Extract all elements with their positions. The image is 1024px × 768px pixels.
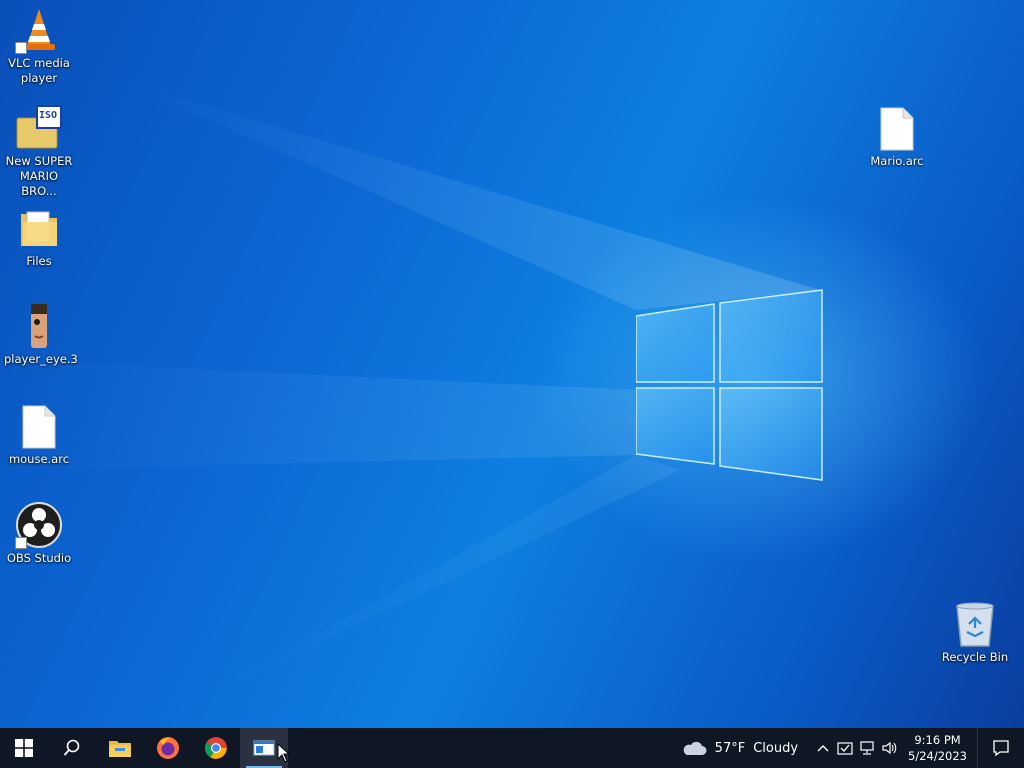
search-icon <box>63 739 80 756</box>
weather-temp: 57°F <box>714 740 746 756</box>
clock-time: 9:16 PM <box>914 733 961 747</box>
desktop-icon-vlc[interactable]: VLC media player <box>3 6 75 86</box>
clock-date: 5/24/2023 <box>908 749 967 763</box>
network-tray-button[interactable] <box>856 728 878 768</box>
desktop-icon-player-eye[interactable]: player_eye.3 <box>3 302 78 367</box>
volume-tray-button[interactable] <box>878 728 900 768</box>
icon-label: Recycle Bin <box>941 650 1009 664</box>
desktop-icon-obs[interactable]: OBS Studio <box>3 501 75 566</box>
security-icon <box>837 742 853 755</box>
action-center-button[interactable] <box>977 728 1024 768</box>
taskbar-firefox[interactable] <box>144 728 192 768</box>
desktop-background: VLC media player ISO New SUPER MARIO BRO… <box>0 0 1024 728</box>
security-tray-button[interactable] <box>834 728 856 768</box>
icon-label: mouse.arc <box>8 452 70 466</box>
image-file-icon <box>15 302 63 350</box>
file-explorer-icon <box>109 741 131 757</box>
notification-icon <box>993 740 1009 757</box>
system-tray: 57°F Cloudy 9:16 PM 5/24/2023 <box>681 728 1024 768</box>
icon-label: OBS Studio <box>6 551 72 565</box>
search-button[interactable] <box>48 728 96 768</box>
chevron-up-icon <box>817 745 829 752</box>
weather-condition: Cloudy <box>753 740 799 756</box>
start-button[interactable] <box>0 728 48 768</box>
iso-badge: ISO <box>39 110 58 121</box>
network-icon <box>860 741 874 755</box>
desktop-icon-recycle-bin[interactable]: Recycle Bin <box>939 600 1011 665</box>
window-app-icon <box>253 740 275 756</box>
taskbar-file-explorer[interactable] <box>96 728 144 768</box>
icon-label: Mario.arc <box>870 154 924 168</box>
mouse-cursor-icon <box>277 743 291 763</box>
windows-logo-wallpaper <box>636 289 823 481</box>
blank-file-icon <box>873 104 921 152</box>
icon-label: player_eye.3 <box>4 352 78 366</box>
icon-label: New SUPER MARIO BRO... <box>5 154 73 198</box>
clock[interactable]: 9:16 PM 5/24/2023 <box>908 732 967 764</box>
iso-image-icon: ISO <box>15 104 63 152</box>
weather-widget[interactable]: 57°F Cloudy <box>681 739 798 757</box>
vlc-cone-icon <box>15 6 63 54</box>
volume-icon <box>882 741 897 755</box>
icon-label: VLC media player <box>8 56 70 85</box>
windows-start-icon <box>15 739 33 757</box>
desktop-icon-mouse-arc[interactable]: mouse.arc <box>3 402 75 467</box>
obs-icon <box>15 501 63 549</box>
icon-label: Files <box>26 254 52 268</box>
taskbar-chrome[interactable] <box>192 728 240 768</box>
taskbar: 57°F Cloudy 9:16 PM 5/24/2023 <box>0 728 1024 768</box>
chrome-icon <box>205 737 227 759</box>
show-hidden-icons-button[interactable] <box>812 728 834 768</box>
firefox-icon <box>157 737 179 759</box>
cloud-icon <box>683 741 707 755</box>
recycle-bin-icon <box>951 600 999 648</box>
desktop-icon-mario-arc[interactable]: Mario.arc <box>861 104 933 169</box>
blank-file-icon <box>15 402 63 450</box>
desktop-icon-files[interactable]: Files <box>3 204 75 269</box>
shortcut-arrow-icon <box>15 42 27 54</box>
folder-icon <box>15 204 63 252</box>
shortcut-arrow-icon <box>15 537 27 549</box>
desktop-icon-mario-iso[interactable]: ISO New SUPER MARIO BRO... <box>3 104 75 199</box>
